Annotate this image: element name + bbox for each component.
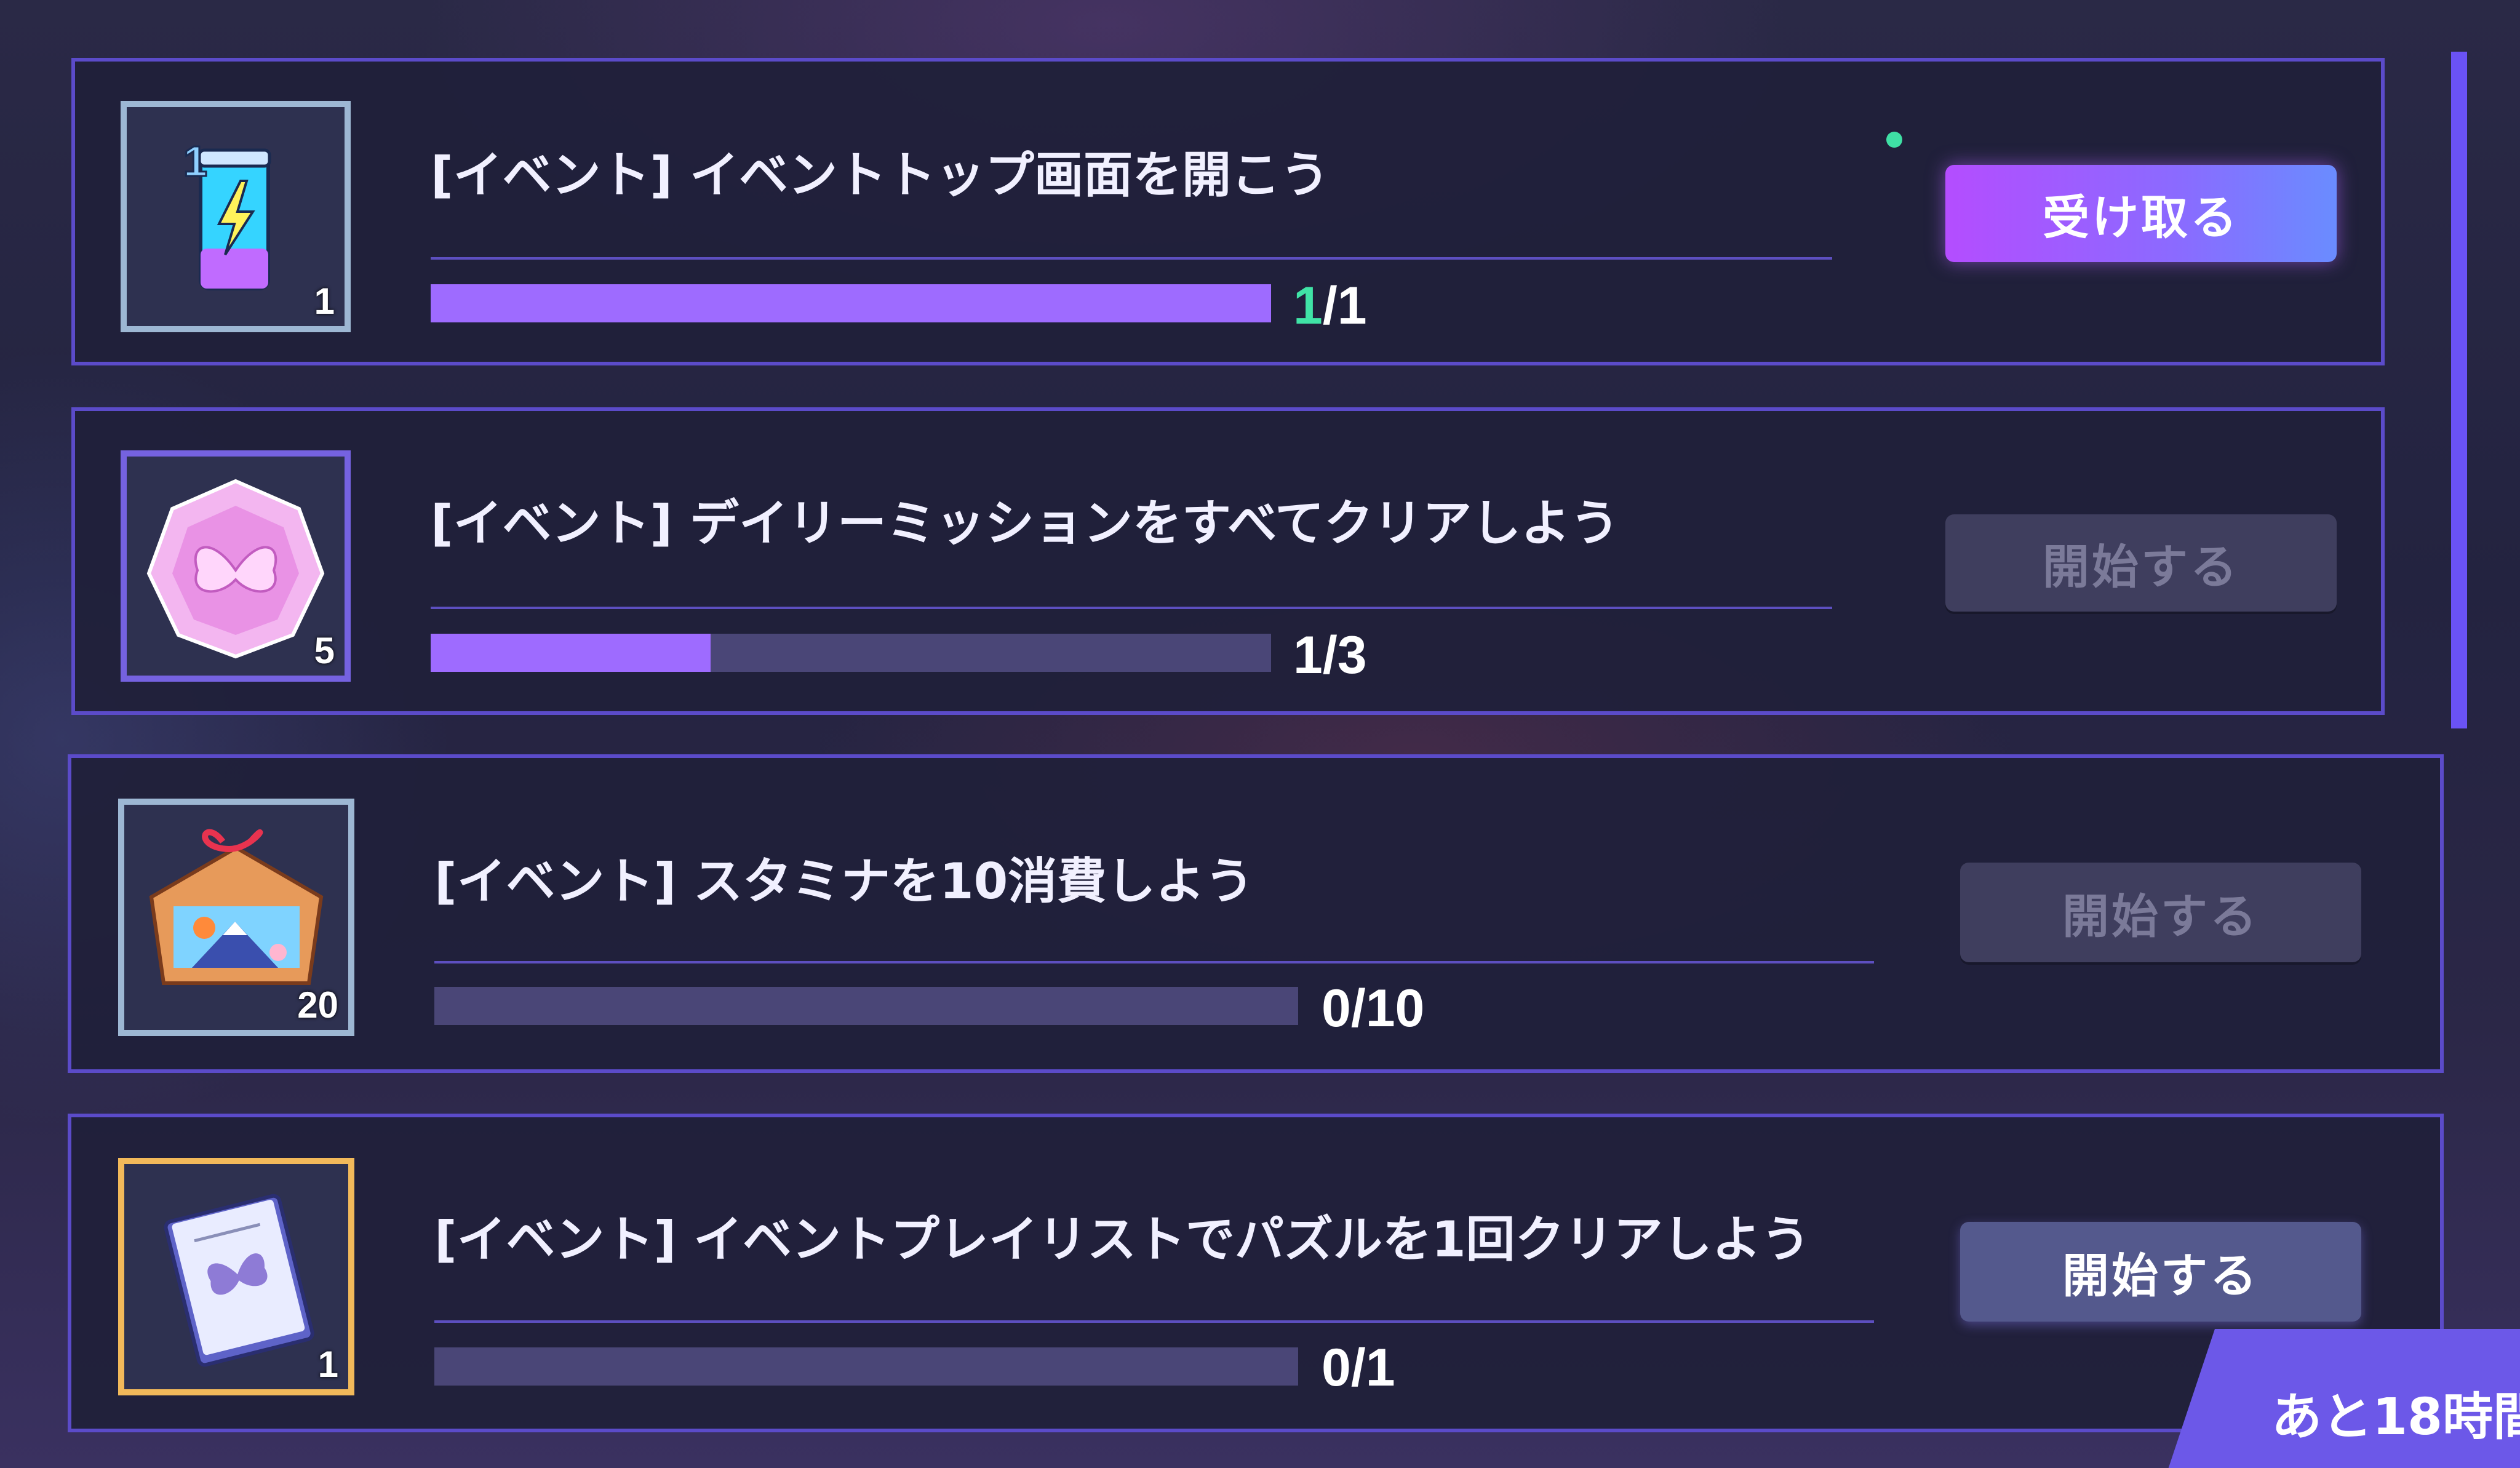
reward-thumbnail[interactable]: 1 <box>118 1158 354 1395</box>
svg-text:1: 1 <box>183 137 207 185</box>
mission-title: [イベント] イベントプレイリストでパズルを1回クリアしよう <box>434 1211 1811 1268</box>
start-button[interactable]: 開始する <box>1960 863 2361 962</box>
reward-count: 5 <box>314 630 335 671</box>
energy-drink-icon: 1 <box>183 137 271 290</box>
divider <box>431 607 1832 609</box>
mission-card: 1 [イベント] イベントプレイリストでパズルを1回クリアしよう 0/1 開始す… <box>68 1114 2444 1432</box>
request-book-icon <box>164 1194 314 1367</box>
progress-text: 1/1 <box>1293 276 1367 335</box>
mission-title: [イベント] デイリーミッションをすべてクリアしよう <box>431 495 1620 552</box>
pink-gem-icon <box>146 479 325 659</box>
start-button[interactable]: 開始する <box>1960 1222 2361 1322</box>
reward-count: 20 <box>297 984 338 1026</box>
reward-thumbnail[interactable]: 20 <box>118 799 354 1036</box>
progress-text: 1/3 <box>1293 626 1367 685</box>
mission-card: 5 [イベント] デイリーミッションをすべてクリアしよう 1/3 開始する <box>71 407 2385 715</box>
notification-dot <box>1886 132 1902 148</box>
reward-count: 1 <box>314 281 335 322</box>
mission-card: 1 1 [イベント] イベントトップ画面を開こう 1/1 受け取る <box>71 58 2385 365</box>
progress-bar <box>434 1347 1298 1386</box>
reward-thumbnail[interactable]: 1 1 <box>121 101 351 332</box>
progress-bar <box>431 634 1271 672</box>
progress-bar <box>431 284 1271 322</box>
mission-title: [イベント] イベントトップ画面を開こう <box>431 146 1330 204</box>
divider <box>431 257 1832 260</box>
reward-thumbnail[interactable]: 5 <box>121 450 351 682</box>
progress-bar <box>434 987 1298 1025</box>
start-button[interactable]: 開始する <box>1945 514 2337 612</box>
reward-count: 1 <box>317 1344 338 1385</box>
progress-text: 0/10 <box>1322 979 1425 1038</box>
scrollbar[interactable] <box>2451 52 2467 728</box>
progress-text: 0/1 <box>1322 1338 1395 1397</box>
mission-title: [イベント] スタミナを10消費しよう <box>434 853 1254 910</box>
claim-button[interactable]: 受け取る <box>1945 165 2337 262</box>
mission-screen: 1 1 [イベント] イベントトップ画面を開こう 1/1 受け取る 5 [イベン… <box>0 0 2520 1468</box>
mission-card: 20 [イベント] スタミナを10消費しよう 0/10 開始する <box>68 754 2444 1073</box>
time-remaining: あと18時間 <box>2271 1388 2520 1446</box>
divider <box>434 1320 1874 1323</box>
divider <box>434 961 1874 963</box>
progress-fill <box>431 284 1271 322</box>
progress-fill <box>431 634 711 672</box>
